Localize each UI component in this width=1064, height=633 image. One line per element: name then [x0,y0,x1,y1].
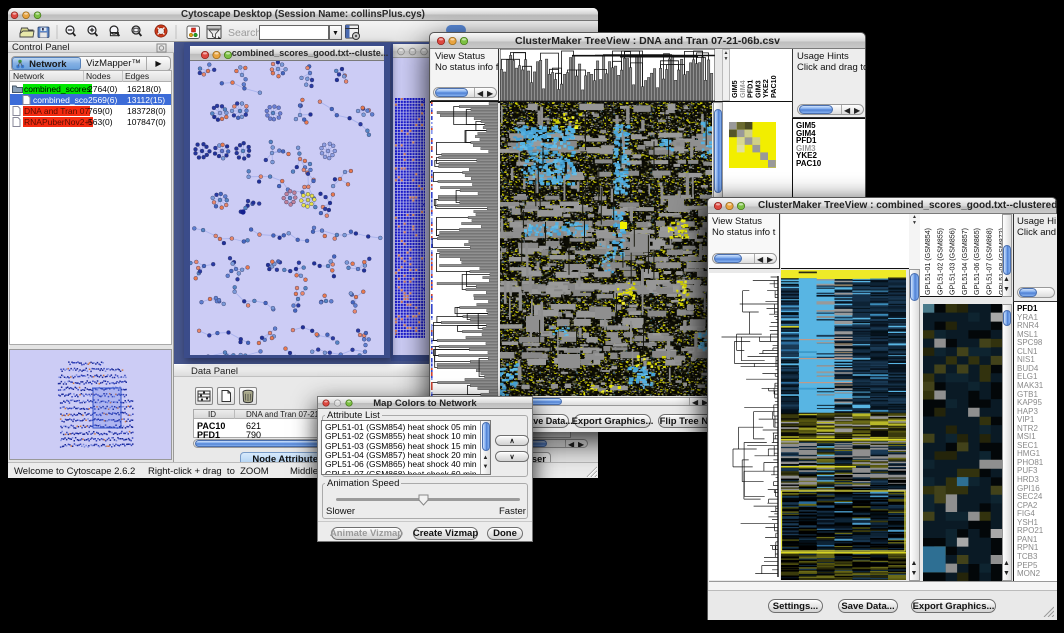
svg-text:GPL51-04 (GSM857): GPL51-04 (GSM857) [961,228,969,295]
svg-text:PAC10: PAC10 [769,75,778,98]
svg-text:GPL51-06 (GSM865): GPL51-06 (GSM865) [973,228,981,295]
svg-text:GPL51-07 (GSM868): GPL51-07 (GSM868) [986,228,994,295]
svg-text:GPL51-02 (GSM855): GPL51-02 (GSM855) [936,228,944,295]
svg-text:GPL51-03 (GSM856): GPL51-03 (GSM856) [949,228,957,295]
svg-text:GPL51-01 (GSM854): GPL51-01 (GSM854) [924,228,932,295]
